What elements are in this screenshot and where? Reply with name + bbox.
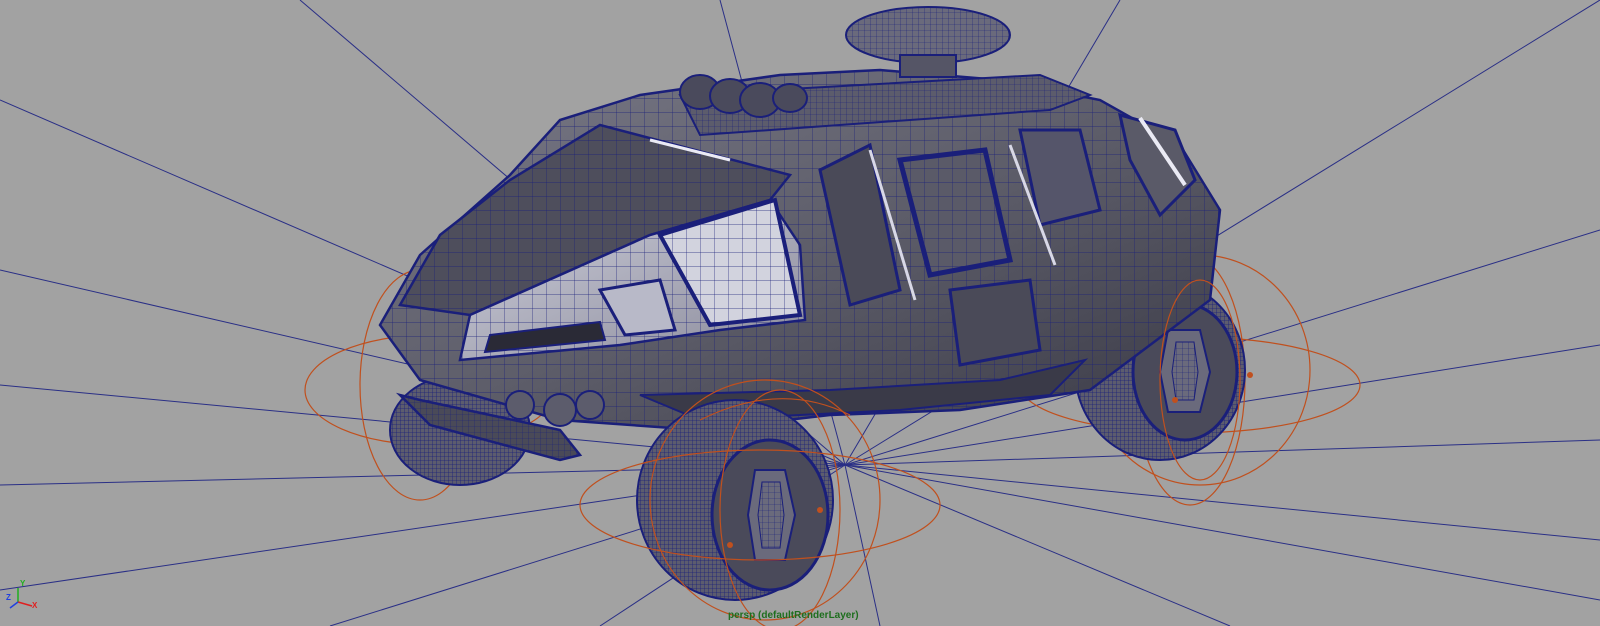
axis-x-label: X: [32, 601, 38, 610]
xyz-axis-gizmo-icon: Y X Z: [6, 579, 40, 612]
axis-z-label: Z: [6, 593, 11, 602]
axis-y-label: Y: [20, 579, 26, 588]
3d-viewport[interactable]: Y X Z persp (defaultRenderLayer): [0, 0, 1600, 626]
camera-label: persp (defaultRenderLayer): [728, 610, 859, 621]
wireframe-scene[interactable]: [0, 0, 1600, 626]
